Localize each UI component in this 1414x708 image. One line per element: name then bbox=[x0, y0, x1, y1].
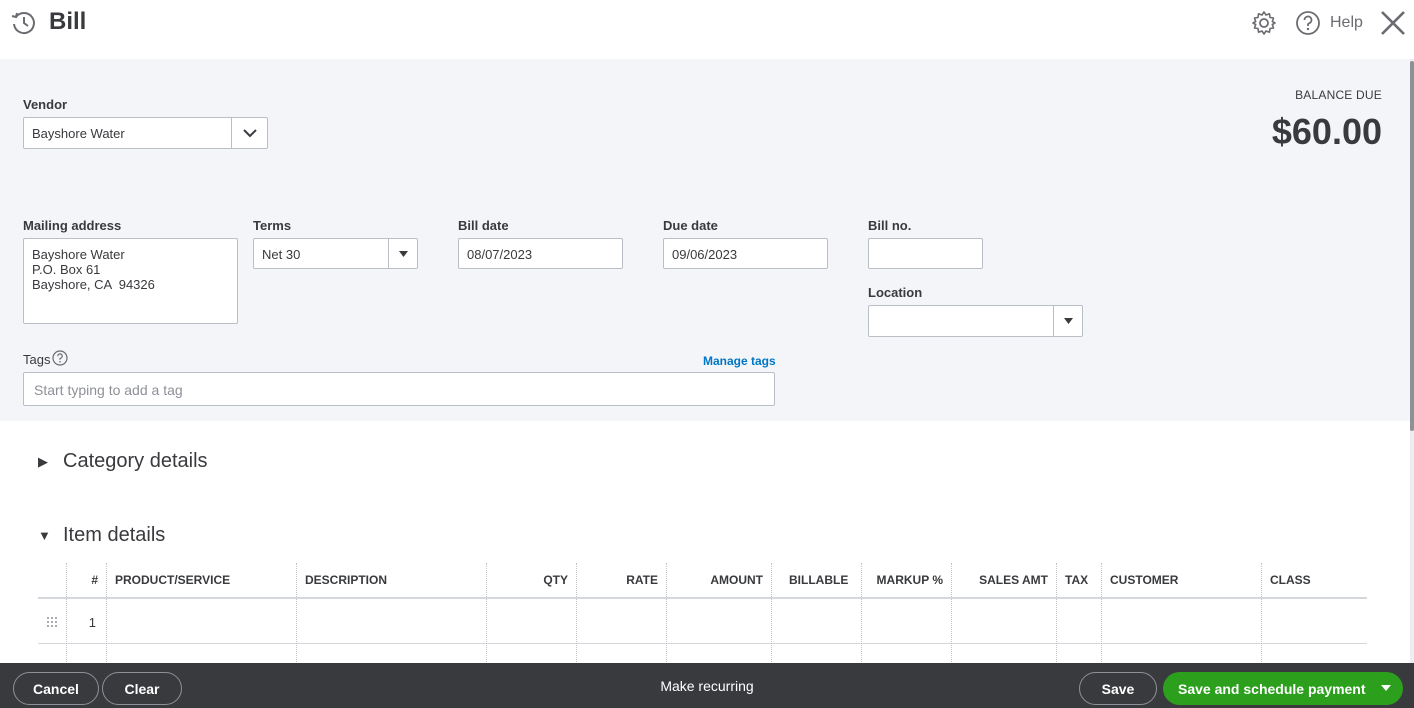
save-button[interactable]: Save bbox=[1079, 672, 1157, 705]
bill-date-input[interactable]: 08/07/2023 bbox=[458, 238, 623, 269]
table-row[interactable]: 1 bbox=[38, 599, 1367, 644]
markup-cell[interactable] bbox=[861, 599, 951, 644]
tags-label: Tags bbox=[23, 352, 51, 367]
clear-button[interactable]: Clear bbox=[102, 672, 182, 705]
close-icon[interactable] bbox=[1379, 9, 1407, 37]
mailing-address-label: Mailing address bbox=[23, 218, 122, 233]
cancel-button[interactable]: Cancel bbox=[13, 672, 99, 705]
table-header: # PRODUCT/SERVICE DESCRIPTION QTY RATE A… bbox=[38, 563, 1367, 599]
row-number: 1 bbox=[66, 599, 106, 644]
category-details-title: Category details bbox=[63, 450, 208, 472]
column-header: TAX bbox=[1056, 563, 1101, 597]
location-dropdown-button[interactable] bbox=[1053, 306, 1082, 336]
column-header: CLASS bbox=[1261, 563, 1367, 597]
caret-down-icon bbox=[1063, 318, 1073, 324]
column-header: MARKUP % bbox=[861, 563, 951, 597]
tags-input[interactable]: Start typing to add a tag bbox=[23, 372, 775, 406]
tax-cell[interactable] bbox=[1056, 599, 1101, 644]
location-label: Location bbox=[868, 285, 923, 300]
column-header: BILLABLE bbox=[771, 563, 861, 597]
due-date-value: 09/06/2023 bbox=[672, 247, 738, 262]
amount-cell[interactable] bbox=[666, 599, 771, 644]
address-line: Bayshore Water bbox=[32, 247, 125, 262]
caret-down-icon bbox=[398, 250, 408, 257]
terms-dropdown-button[interactable] bbox=[388, 239, 417, 268]
make-recurring-link[interactable]: Make recurring bbox=[600, 678, 814, 694]
mailing-address-field[interactable]: Bayshore Water P.O. Box 61 Bayshore, CA … bbox=[23, 238, 238, 324]
customer-cell[interactable] bbox=[1101, 599, 1261, 644]
column-header: QTY bbox=[486, 563, 576, 597]
vendor-value: Bayshore Water bbox=[32, 126, 125, 141]
manage-tags-link[interactable]: Manage tags bbox=[703, 354, 776, 368]
bill-date-label: Bill date bbox=[458, 218, 509, 233]
due-date-input[interactable]: 09/06/2023 bbox=[663, 238, 828, 269]
description-cell[interactable] bbox=[296, 599, 486, 644]
help-circle-icon[interactable] bbox=[1295, 10, 1321, 36]
gear-icon[interactable] bbox=[1251, 10, 1277, 36]
save-and-schedule-payment-button[interactable]: Save and schedule payment bbox=[1163, 672, 1403, 705]
drag-handle-icon[interactable] bbox=[46, 616, 58, 628]
bill-no-input[interactable] bbox=[868, 238, 983, 269]
qty-cell[interactable] bbox=[486, 599, 576, 644]
history-clock-icon[interactable] bbox=[10, 9, 38, 37]
header: Bill Help bbox=[0, 0, 1414, 59]
help-circle-icon[interactable] bbox=[52, 350, 68, 366]
caret-down-icon[interactable] bbox=[1381, 683, 1391, 693]
help-label[interactable]: Help bbox=[1330, 14, 1363, 32]
chevron-down-icon bbox=[242, 128, 257, 137]
caret-right-icon: ▶ bbox=[38, 453, 48, 469]
item-details-toggle[interactable]: ▼ Item details bbox=[38, 524, 165, 547]
column-header: # bbox=[66, 563, 106, 597]
column-header: CUSTOMER bbox=[1101, 563, 1261, 597]
address-line: P.O. Box 61 bbox=[32, 262, 101, 277]
save-schedule-label: Save and schedule payment bbox=[1178, 681, 1366, 697]
terms-label: Terms bbox=[253, 218, 292, 233]
vendor-label: Vendor bbox=[23, 97, 68, 112]
item-details-title: Item details bbox=[63, 524, 166, 546]
column-header: RATE bbox=[576, 563, 666, 597]
page-title: Bill bbox=[49, 8, 87, 35]
due-date-label: Due date bbox=[663, 218, 718, 233]
billable-cell[interactable] bbox=[771, 599, 861, 644]
location-select[interactable] bbox=[868, 305, 1083, 337]
class-cell[interactable] bbox=[1261, 599, 1367, 644]
footer-toolbar: Cancel Clear Make recurring Save Save an… bbox=[0, 663, 1414, 708]
column-header: AMOUNT bbox=[666, 563, 771, 597]
product-service-cell[interactable] bbox=[106, 599, 296, 644]
caret-down-icon: ▼ bbox=[38, 528, 51, 543]
sales-amt-cell[interactable] bbox=[951, 599, 1056, 644]
bill-date-value: 08/07/2023 bbox=[467, 247, 533, 262]
balance-due-label: BALANCE DUE bbox=[1295, 88, 1382, 102]
vendor-dropdown-button[interactable] bbox=[231, 118, 267, 148]
column-header: SALES AMT bbox=[951, 563, 1056, 597]
column-header: DESCRIPTION bbox=[296, 563, 486, 597]
column-header: PRODUCT/SERVICE bbox=[106, 563, 296, 597]
rate-cell[interactable] bbox=[576, 599, 666, 644]
terms-select[interactable]: Net 30 bbox=[253, 238, 418, 269]
category-details-toggle[interactable]: ▶ Category details bbox=[38, 450, 208, 473]
bill-no-label: Bill no. bbox=[868, 218, 912, 233]
scrollbar-thumb[interactable] bbox=[1410, 61, 1414, 431]
terms-value: Net 30 bbox=[262, 247, 301, 262]
vendor-select[interactable]: Bayshore Water bbox=[23, 117, 268, 149]
balance-due-amount: $60.00 bbox=[1271, 111, 1382, 152]
address-line: Bayshore, CA 94326 bbox=[32, 277, 155, 292]
